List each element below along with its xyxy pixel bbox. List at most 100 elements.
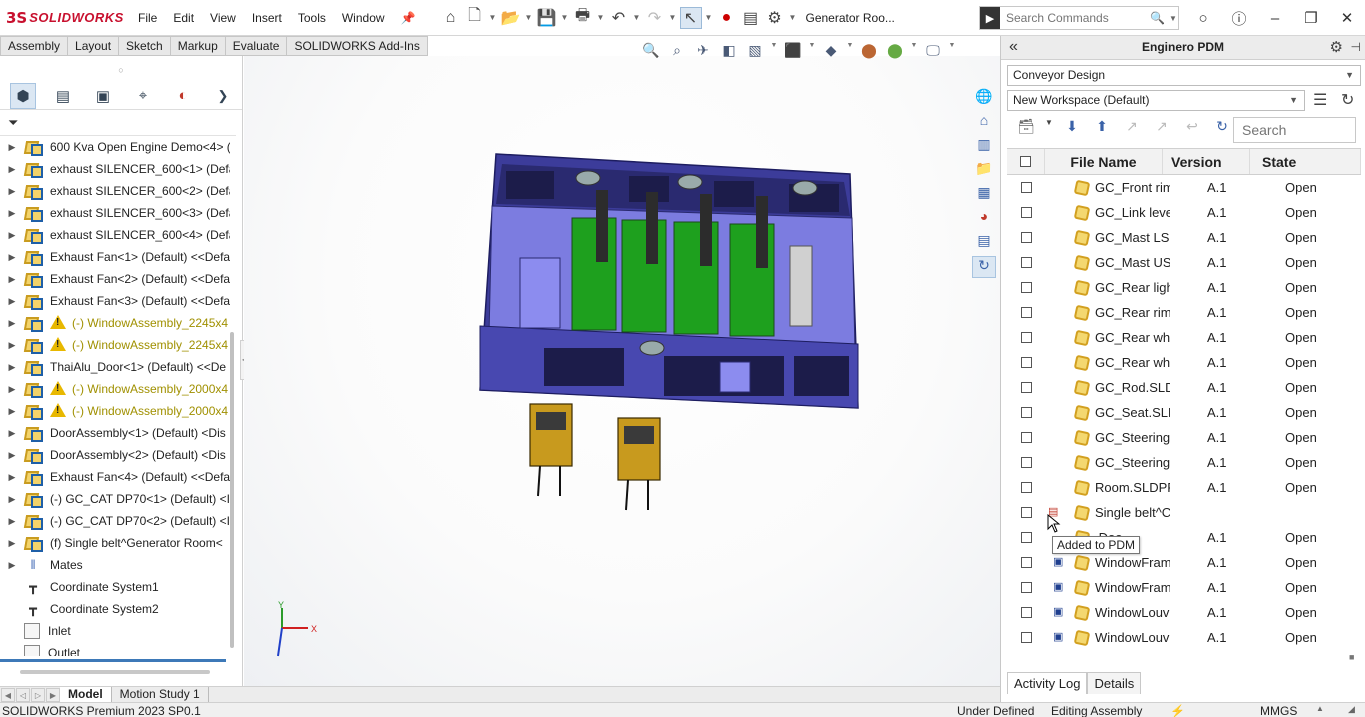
table-row[interactable]: GC_Link lever A.1 Open — [1007, 200, 1361, 225]
minimize-button[interactable]: – — [1257, 10, 1293, 27]
expand-arrow-icon[interactable]: ▶ — [0, 296, 24, 307]
tree-filter[interactable]: ⏷ — [0, 110, 236, 136]
change-state-icon[interactable]: ↗ — [1121, 118, 1143, 138]
tree-item[interactable]: ▶ 600 Kva Open Engine Demo<4> ( — [0, 136, 230, 158]
get-latest-icon[interactable]: ⬇ — [1061, 118, 1083, 138]
undo-dropdown-icon[interactable]: ▼ — [632, 7, 642, 29]
options-gear-icon[interactable]: ⚙ — [764, 7, 786, 29]
menu-insert[interactable]: Insert — [244, 11, 290, 25]
view-palette-icon[interactable]: ▦ — [972, 184, 996, 206]
tab-activity-log[interactable]: Activity Log — [1007, 672, 1088, 694]
redo-icon[interactable]: ↷ — [644, 7, 666, 29]
tree-item[interactable]: ┳ Coordinate System2 — [0, 598, 230, 620]
row-checkbox[interactable] — [1021, 407, 1032, 418]
table-row[interactable]: GC_Rear rim. A.1 Open — [1007, 300, 1361, 325]
upload-icon[interactable]: ⬆ — [1091, 118, 1113, 138]
design-library-icon[interactable]: ▥ — [972, 136, 996, 158]
undo-icon[interactable]: ↶ — [608, 7, 630, 29]
row-checkbox[interactable] — [1021, 207, 1032, 218]
table-row[interactable]: GC_Steering A.1 Open — [1007, 425, 1361, 450]
row-checkbox[interactable] — [1021, 182, 1032, 193]
tree-item[interactable]: ▶! (-) WindowAssembly_2245x4 — [0, 334, 230, 356]
tree-item[interactable]: Outlet — [0, 642, 230, 656]
rollback-bar[interactable] — [0, 659, 226, 662]
column-file-name[interactable]: File Name — [1045, 149, 1163, 174]
tree-item[interactable]: ▶ Exhaust Fan<2> (Default) <<Defa — [0, 268, 230, 290]
appearances-icon[interactable]: ◕ — [972, 208, 996, 230]
solidworks-resources-icon[interactable]: 🌐 — [972, 88, 996, 110]
table-row[interactable]: GC_Rear light A.1 Open — [1007, 275, 1361, 300]
row-checkbox[interactable] — [1021, 382, 1032, 393]
expand-arrow-icon[interactable]: ▶ — [0, 538, 24, 549]
vault-select[interactable]: Conveyor Design ▼ — [1007, 65, 1361, 86]
resize-grip-icon[interactable]: ◢ — [1348, 704, 1355, 715]
expand-arrow-icon[interactable]: ▶ — [0, 252, 24, 263]
row-checkbox[interactable] — [1021, 257, 1032, 268]
menu-file[interactable]: File — [130, 11, 165, 25]
table-row[interactable]: GC_Rod.SLDF A.1 Open — [1007, 375, 1361, 400]
column-version[interactable]: Version — [1163, 149, 1250, 174]
workspace-settings-icon[interactable]: ☰ — [1313, 90, 1327, 110]
select-dropdown-icon[interactable]: ▼ — [704, 7, 714, 29]
first-tab-icon[interactable]: ◀ — [1, 687, 15, 702]
units-text[interactable]: MMGS — [1260, 704, 1297, 717]
expand-arrow-icon[interactable]: ▶ — [0, 406, 24, 417]
search-commands[interactable]: ▶ 🔍 ▼ — [979, 6, 1179, 30]
next-tab-icon[interactable]: ▷ — [31, 687, 45, 702]
tab-addins[interactable]: SOLIDWORKS Add-Ins — [287, 36, 428, 56]
checkin-dropdown-icon[interactable]: ▼ — [1045, 118, 1053, 138]
user-account-icon[interactable]: ○ — [1185, 10, 1221, 27]
table-row[interactable]: GC_Steering A.1 Open — [1007, 450, 1361, 475]
home-icon[interactable]: ⌂ — [440, 7, 462, 29]
expand-arrow-icon[interactable]: ▶ — [0, 384, 24, 395]
display-manager-tab-icon[interactable]: ◐ — [170, 83, 196, 109]
share-icon[interactable]: ↗ — [1151, 118, 1173, 138]
tree-item[interactable]: ▶! (-) WindowAssembly_2000x4 — [0, 400, 230, 422]
row-checkbox[interactable] — [1021, 607, 1032, 618]
rebuild-traffic-light-icon[interactable]: ● — [716, 7, 738, 29]
table-row[interactable]: GC_Front rim A.1 Open — [1007, 175, 1361, 200]
menu-view[interactable]: View — [202, 11, 244, 25]
scroll-corner-icon[interactable]: ■ — [1349, 652, 1357, 662]
expand-arrow-icon[interactable]: ▶ — [0, 560, 24, 571]
expand-arrow-icon[interactable]: ▶ — [0, 450, 24, 461]
row-checkbox[interactable] — [1021, 357, 1032, 368]
tree-item[interactable]: ▶ (-) GC_CAT DP70<1> (Default) <I — [0, 488, 230, 510]
table-row[interactable]: GC_Seat.SLDI A.1 Open — [1007, 400, 1361, 425]
tree-item[interactable]: ▶ ThaiAlu_Door<1> (Default) <<De — [0, 356, 230, 378]
open-folder-icon[interactable]: 📂 — [500, 7, 522, 29]
tree-item[interactable]: ▶! (-) WindowAssembly_2245x4 — [0, 312, 230, 334]
table-row[interactable]: ▣ WindowLouv A.1 Open — [1007, 625, 1361, 650]
file-explorer-icon[interactable]: 📁 — [972, 160, 996, 182]
sync-icon[interactable]: ↻ — [1211, 118, 1233, 138]
row-checkbox[interactable] — [1021, 232, 1032, 243]
expand-arrow-icon[interactable]: ▶ — [0, 340, 24, 351]
dimxpert-tab-icon[interactable]: ⌖ — [130, 83, 156, 109]
pin-menu-icon[interactable]: 📌 — [393, 11, 424, 25]
expand-arrow-icon[interactable]: ▶ — [0, 472, 24, 483]
table-row[interactable]: ▣ WindowLouv A.1 Open — [1007, 600, 1361, 625]
tree-item[interactable]: ▶ Exhaust Fan<1> (Default) <<Defa — [0, 246, 230, 268]
workspace-select[interactable]: New Workspace (Default) ▼ — [1007, 90, 1305, 111]
table-row[interactable]: Room.SLDPR A.1 Open — [1007, 475, 1361, 500]
table-row[interactable]: ▣ WindowFram A.1 Open — [1007, 575, 1361, 600]
pin-pane-icon[interactable]: ⊣ — [1351, 40, 1361, 54]
checkin-icon[interactable]: 🗃 — [1015, 118, 1037, 138]
row-checkbox[interactable] — [1021, 432, 1032, 443]
print-dropdown-icon[interactable]: ▼ — [596, 7, 606, 29]
row-checkbox[interactable] — [1021, 457, 1032, 468]
expand-arrow-icon[interactable]: ▶ — [0, 186, 24, 197]
row-checkbox[interactable] — [1021, 557, 1032, 568]
tab-sketch[interactable]: Sketch — [119, 36, 171, 56]
new-dropdown-icon[interactable]: ▼ — [488, 7, 498, 29]
solidworks-logo[interactable]: 3S SOLIDWORKS — [0, 9, 130, 27]
row-checkbox[interactable] — [1021, 632, 1032, 643]
tree-item[interactable]: ▶ Exhaust Fan<4> (Default) <<Defa — [0, 466, 230, 488]
pdm-search-input[interactable] — [1233, 117, 1356, 143]
last-tab-icon[interactable]: ▶ — [46, 687, 60, 702]
row-checkbox[interactable] — [1021, 532, 1032, 543]
search-icon[interactable]: 🔍 — [1150, 11, 1165, 25]
tree-item[interactable]: ▶ exhaust SILENCER_600<3> (Defau — [0, 202, 230, 224]
pdm-settings-gear-icon[interactable]: ⚙ — [1330, 38, 1343, 56]
expand-arrow-icon[interactable]: ▶ — [0, 516, 24, 527]
